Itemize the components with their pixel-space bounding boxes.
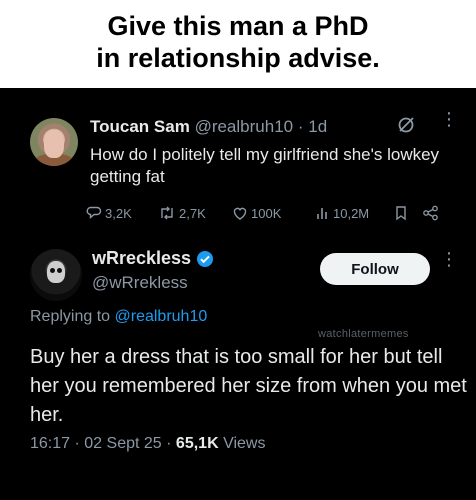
separator: · bbox=[297, 117, 304, 136]
views-icon bbox=[317, 208, 327, 219]
follow-button[interactable]: Follow bbox=[320, 253, 430, 285]
original-tweet[interactable]: Toucan Sam @realbruh10 · 1d ⋮ How do I p… bbox=[0, 100, 476, 230]
more-icon[interactable]: ⋮ bbox=[440, 110, 458, 128]
like-button[interactable]: 100K bbox=[232, 205, 281, 221]
tweet-time[interactable]: 16:17 bbox=[30, 435, 70, 452]
like-count: 100K bbox=[251, 205, 282, 221]
display-name[interactable]: wRreckless bbox=[92, 248, 191, 269]
tweet-text: Buy her a dress that is too small for he… bbox=[30, 346, 467, 426]
views-count: 65,1K bbox=[175, 435, 219, 452]
handle[interactable]: @realbruh10 bbox=[195, 117, 294, 136]
views-label: Views bbox=[223, 435, 266, 452]
views-button[interactable]: 10,2M bbox=[316, 205, 369, 221]
avatar[interactable] bbox=[30, 249, 82, 301]
tweet-date[interactable]: 02 Sept 25 bbox=[84, 435, 161, 452]
reply-button[interactable]: 3,2K bbox=[86, 205, 132, 221]
tweet-header: Toucan Sam @realbruh10 · 1d bbox=[90, 117, 327, 137]
tweet-age[interactable]: 1d bbox=[308, 117, 327, 136]
display-name[interactable]: Toucan Sam bbox=[90, 117, 190, 136]
repost-icon bbox=[161, 206, 173, 220]
avatar-face bbox=[44, 130, 64, 158]
like-icon bbox=[233, 207, 247, 220]
replying-to: Replying to @realbruh10 bbox=[30, 308, 207, 326]
watermark: watchlatermemes bbox=[318, 328, 409, 340]
separator: · bbox=[74, 435, 80, 452]
share-icon[interactable] bbox=[422, 205, 440, 221]
avatar[interactable] bbox=[30, 118, 78, 166]
caption-line-2: in relationship advise. bbox=[96, 43, 380, 73]
more-icon[interactable]: ⋮ bbox=[440, 250, 458, 268]
reply-count: 3,2K bbox=[105, 205, 132, 221]
verified-badge-icon bbox=[197, 250, 214, 267]
tweet-actions: 3,2K 2,7K 100K 10,2M bbox=[86, 205, 466, 225]
tweet-meta: 16:17 · 02 Sept 25 · 65,1K Views bbox=[30, 435, 265, 453]
replying-to-link[interactable]: @realbruh10 bbox=[115, 308, 208, 325]
avatar-eye bbox=[50, 268, 55, 273]
meme-caption: Give this man a PhD in relationship advi… bbox=[0, 0, 476, 88]
separator: · bbox=[166, 435, 172, 452]
tweet-text: How do I politely tell my girlfriend she… bbox=[90, 145, 440, 186]
display-name-row: wRreckless bbox=[92, 248, 214, 269]
reply-tweet[interactable]: wRreckless @wRrekless Follow ⋮ Replying … bbox=[0, 240, 476, 500]
grok-icon[interactable] bbox=[397, 116, 415, 134]
handle[interactable]: @wRrekless bbox=[92, 273, 188, 293]
reply-icon bbox=[86, 206, 102, 220]
repost-button[interactable]: 2,7K bbox=[158, 205, 206, 221]
views-count: 10,2M bbox=[333, 205, 370, 221]
repost-count: 2,7K bbox=[179, 205, 206, 221]
caption-line-1: Give this man a PhD bbox=[107, 11, 369, 41]
avatar-eye bbox=[57, 268, 62, 273]
replying-prefix: Replying to bbox=[30, 308, 111, 325]
bookmark-icon[interactable] bbox=[394, 205, 408, 221]
